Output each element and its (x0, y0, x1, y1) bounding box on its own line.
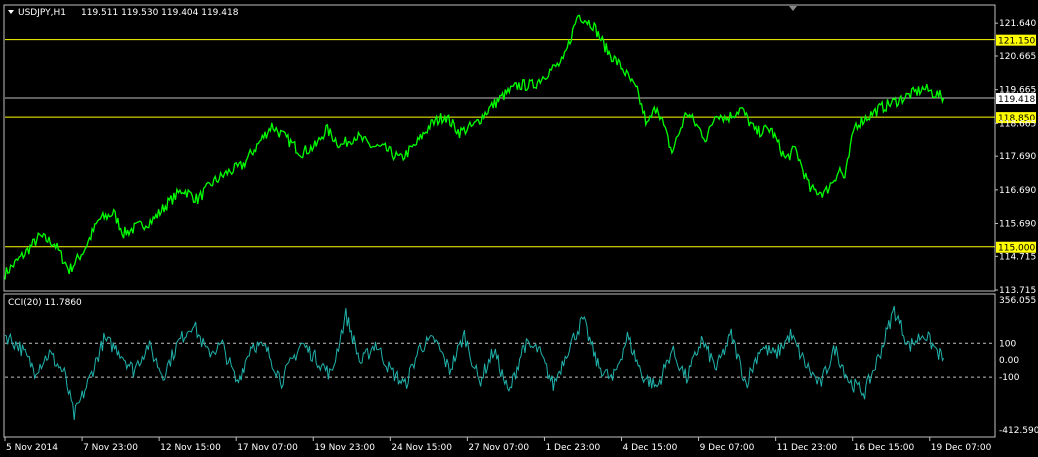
time-tick-label: 16 Dec 15:00 (854, 443, 915, 453)
time-tick-label: 24 Nov 15:00 (391, 443, 452, 453)
time-tick-label: 19 Dec 07:00 (931, 443, 992, 453)
time-tick-label: 19 Nov 23:00 (314, 443, 375, 453)
time-tick-label: 1 Dec 23:00 (545, 443, 600, 453)
time-tick-label: 7 Nov 23:00 (83, 443, 138, 453)
cci-tick-label: -100 (999, 373, 1020, 383)
price-tick-label: 121.640 (999, 19, 1036, 29)
price-tick-label: 117.690 (999, 152, 1036, 162)
time-tick-label: 9 Dec 07:00 (700, 443, 755, 453)
time-tick-label: 11 Dec 23:00 (777, 443, 838, 453)
price-tick-label: 120.665 (999, 52, 1036, 62)
indicator-label: CCI(20) 11.7860 (8, 298, 82, 308)
background (0, 0, 1038, 457)
time-tick-label: 12 Nov 15:00 (160, 443, 221, 453)
price-tick-label: 113.715 (999, 286, 1036, 296)
symbol-label: USDJPY,H1 (18, 8, 66, 18)
time-tick-label: 27 Nov 07:00 (468, 443, 529, 453)
ohlc-values: 119.511 119.530 119.404 119.418 (81, 8, 239, 18)
chart-canvas: 121.150118.850115.000121.640120.665119.6… (0, 0, 1038, 457)
cci-tick-label: 0.00 (999, 356, 1019, 366)
price-tick-label: 116.690 (999, 186, 1036, 196)
cci-tick-label: 356.055 (999, 296, 1036, 306)
time-tick-label: 17 Nov 07:00 (237, 443, 298, 453)
time-tick-label: 4 Dec 15:00 (623, 443, 678, 453)
price-tick-label: 115.690 (999, 220, 1036, 230)
price-tick-label: 114.715 (999, 252, 1036, 262)
cci-tick-label: 100 (999, 339, 1016, 349)
current-price-label: 119.418 (998, 95, 1035, 105)
hline-price-label: 121.150 (998, 37, 1035, 47)
time-tick-label: 5 Nov 2014 (6, 443, 58, 453)
cci-tick-label: -412.5903 (999, 426, 1038, 436)
price-tick-label: 118.665 (999, 119, 1036, 129)
